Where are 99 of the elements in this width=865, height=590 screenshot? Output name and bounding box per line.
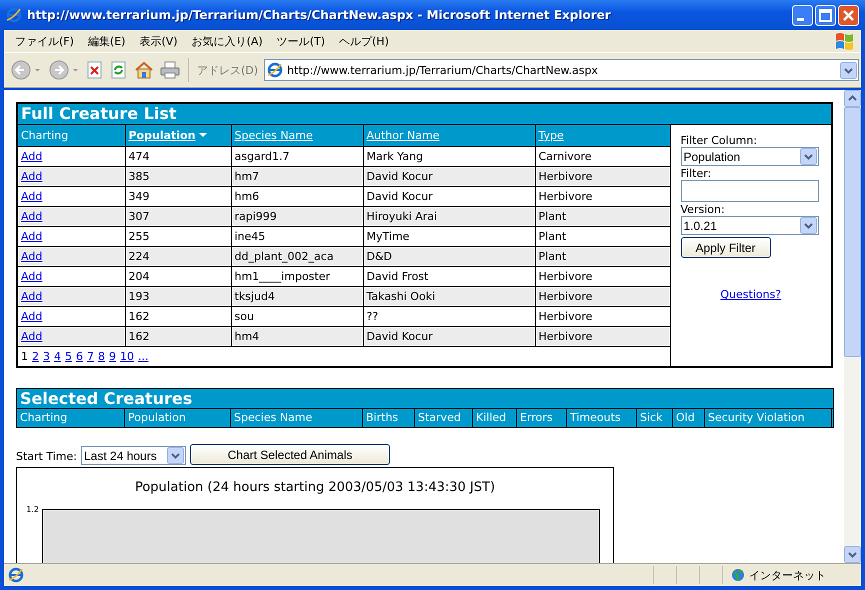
menu-item[interactable]: ヘルプ(H) [332,34,396,48]
filter-column-dropdown[interactable]: Population [680,147,818,166]
table-cell: David Kocur [363,326,535,346]
table-cell: Plant [535,206,670,226]
field-label: Filter: [680,167,712,180]
questions-link[interactable]: Questions? [720,288,782,301]
start-time-dropdown[interactable]: Last 24 hours [81,446,186,465]
chart-selected-button[interactable]: Chart Selected Animals [190,444,390,465]
table-cell: 193 [125,286,231,306]
column-header: Species Name [231,409,363,427]
apply-filter-button[interactable]: Apply Filter [680,237,771,258]
menu-item[interactable]: お気に入り(A) [184,34,270,48]
table-cell: D&D [363,246,535,266]
page-icon [267,62,284,78]
page-link[interactable]: 8 [98,350,105,363]
page-icon [8,567,24,583]
page-link[interactable]: 7 [87,350,94,363]
add-link[interactable]: Add [21,190,42,203]
globe-icon [731,568,745,582]
home-icon[interactable] [134,61,154,79]
page-link[interactable]: 10 [120,350,134,363]
column-header: Security Violation [705,409,832,427]
table-cell: rapi999 [231,206,363,226]
table-cell: 307 [125,206,231,226]
dropdown-icon [800,148,816,165]
page-link[interactable]: 9 [109,350,116,363]
table-cell: Herbivore [535,326,670,346]
axis-tick-label: 1.2 [25,505,40,514]
add-link[interactable]: Add [21,150,42,163]
table-cell: hm7 [231,166,363,186]
column-header: Births [363,409,415,427]
zone-label: インターネット [749,568,826,582]
menu-item[interactable]: 編集(E) [80,34,132,48]
table-cell: Herbivore [535,166,670,186]
page-link[interactable]: 5 [65,350,72,363]
window-title: http://www.terrarium.jp/Terrarium/Charts/ChartNew.aspx - Microsoft Internet Explorer [27,8,612,22]
scroll-down-icon[interactable] [844,546,861,563]
back-icon[interactable] [10,59,42,81]
add-link[interactable]: Add [21,250,42,263]
page-number: 1 [21,350,28,363]
scrollbar[interactable] [844,90,861,563]
column-header: Population [125,409,231,427]
menu-item[interactable]: ツール(T) [270,34,332,48]
column-header: Charting [21,129,68,142]
add-link[interactable]: Add [21,230,42,243]
column-header: Killed [473,409,517,427]
column-header: Errors [517,409,567,427]
column-header: Old [673,409,705,427]
table-cell: 162 [125,326,231,346]
minimize-icon[interactable] [792,4,813,26]
filter-input-field[interactable] [680,180,818,202]
table-cell: dd_plant_002_aca [231,246,363,266]
table-cell: Herbivore [535,286,670,306]
menu-item[interactable]: ファイル(F) [8,34,81,48]
page-link[interactable]: 3 [43,350,50,363]
column-header: Sick [637,409,673,427]
add-link[interactable]: Add [21,210,42,223]
version-dropdown[interactable]: 1.0.21 [680,216,818,235]
page-link[interactable]: ... [138,350,148,363]
field-label: Version: [680,203,726,216]
add-link[interactable]: Add [21,170,42,183]
sort-caret-icon [199,131,208,139]
address-label: アドレス(D) [197,62,258,78]
refresh-icon[interactable] [110,61,128,79]
add-link[interactable]: Add [21,290,42,303]
field-label: Filter Column: [680,134,758,147]
table-cell: tksjud4 [231,286,363,306]
column-header: Charting [17,409,125,427]
dropdown-icon [800,217,816,234]
dropdown-icon [167,447,184,464]
table-cell: Hiroyuki Arai [363,206,535,226]
stop-icon[interactable] [86,61,104,79]
printer-icon[interactable] [160,61,180,79]
page-link[interactable]: 6 [76,350,83,363]
close-icon[interactable] [838,4,859,26]
table-cell: Takashi Ooki [363,286,535,306]
forward-icon[interactable] [48,59,80,81]
scroll-thumb[interactable] [844,107,861,357]
section-title: Full Creature List [17,103,832,124]
table-cell: hm4 [231,326,363,346]
dropdown-icon[interactable] [840,62,857,78]
add-link[interactable]: Add [21,310,42,323]
address-field[interactable]: http://www.terrarium.jp/Terrarium/Charts/ChartNew.aspx [264,59,859,81]
add-link[interactable]: Add [21,330,42,343]
section-title: Selected Creatures [17,389,833,408]
page-link[interactable]: 2 [32,350,39,363]
table-cell: 224 [125,246,231,266]
page-link[interactable]: 4 [54,350,61,363]
maximize-icon[interactable] [815,4,836,26]
table-cell: 385 [125,166,231,186]
add-link[interactable]: Add [21,270,42,283]
menu-item[interactable]: 表示(V) [132,34,185,48]
column-header: Timeouts [567,409,637,427]
table-cell: Plant [535,246,670,266]
column-header: Starved [415,409,473,427]
start-time-label: Start Time: [16,450,77,465]
chart-title: Population (24 hours starting 2003/05/03 13:43:30 JST) [134,480,496,495]
table-cell: David Kocur [363,166,535,186]
scroll-up-icon[interactable] [844,90,861,107]
